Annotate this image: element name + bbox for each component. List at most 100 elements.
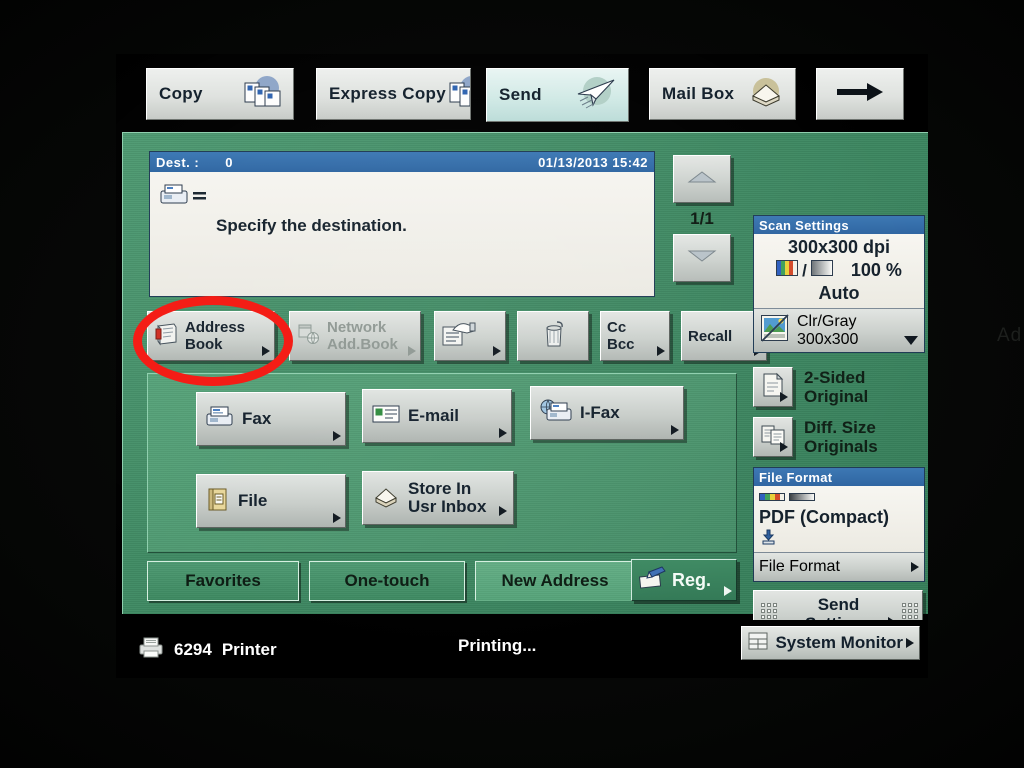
fax-button[interactable]: Fax bbox=[196, 392, 346, 446]
tab-send[interactable]: Send bbox=[486, 68, 629, 122]
email-label: E-mail bbox=[408, 406, 460, 425]
destination-message-panel: Dest. : 0 01/13/2013 15:42 Specify the d… bbox=[149, 151, 655, 297]
scan-resolution: 300x300 dpi bbox=[787, 237, 891, 257]
tab-express-copy-label: Express Copy bbox=[329, 84, 446, 103]
scan-settings-title: Scan Settings bbox=[754, 216, 924, 234]
corner-arrow-icon bbox=[724, 586, 732, 596]
new-address-tab-label: New Address bbox=[501, 571, 609, 590]
documents-icon bbox=[241, 75, 285, 114]
two-sided-original-button[interactable] bbox=[753, 367, 793, 407]
file-format-button[interactable]: File Format bbox=[754, 552, 924, 581]
destination-list-area[interactable]: Specify the destination. bbox=[150, 172, 654, 296]
tab-send-label: Send bbox=[499, 85, 542, 104]
file-folder-icon bbox=[205, 486, 231, 517]
register-button[interactable]: Reg. bbox=[631, 559, 737, 601]
printer-icon bbox=[138, 636, 164, 663]
address-book-button[interactable]: Address Book bbox=[147, 311, 275, 361]
address-book-icon bbox=[154, 321, 180, 352]
one-touch-tab-label: One-touch bbox=[344, 571, 430, 590]
one-touch-tab[interactable]: One-touch bbox=[309, 561, 465, 601]
triangle-down-icon bbox=[687, 249, 717, 268]
gray-gradient-icon bbox=[810, 260, 833, 281]
gray-gradient-icon bbox=[789, 488, 815, 506]
scan-zoom-percent: 100 % bbox=[850, 260, 902, 280]
tab-express-copy[interactable]: Express Copy bbox=[316, 68, 471, 120]
job-type: Printer bbox=[221, 639, 277, 659]
scan-settings-card: Scan Settings 300x300 dpi / 100 % Auto C… bbox=[753, 215, 925, 353]
two-sided-original-label: 2-Sided Original bbox=[804, 368, 869, 406]
monitor-panes-icon bbox=[747, 630, 769, 657]
new-address-tab[interactable]: New Address bbox=[475, 561, 635, 601]
corner-arrow-icon bbox=[493, 346, 501, 356]
color-gradient-icon bbox=[776, 260, 799, 281]
job-status-text: Printing... bbox=[458, 636, 537, 655]
page-indicator: 1/1 bbox=[690, 209, 714, 228]
register-label: Reg. bbox=[672, 569, 712, 590]
tab-mail-box[interactable]: Mail Box bbox=[649, 68, 796, 120]
triangle-up-icon bbox=[687, 170, 717, 189]
different-size-originals-button[interactable] bbox=[753, 417, 793, 457]
color-mode-button[interactable]: Clr/Gray 300x300 bbox=[754, 309, 924, 352]
fax-equals-icon bbox=[158, 182, 208, 213]
network-address-book-label: Network Add.Book bbox=[327, 319, 398, 353]
corner-arrow-icon bbox=[906, 638, 914, 648]
store-in-user-inbox-button[interactable]: Store In Usr Inbox bbox=[362, 471, 514, 525]
send-screen-body: Dest. : 0 01/13/2013 15:42 Specify the d… bbox=[122, 132, 928, 638]
store-in-user-inbox-label: Store In Usr Inbox bbox=[408, 479, 487, 516]
favorites-tab-label: Favorites bbox=[185, 571, 261, 590]
dest-label: Dest. : bbox=[156, 154, 200, 170]
page-scroll-controls: 1/1 bbox=[673, 155, 735, 282]
tab-mail-box-label: Mail Box bbox=[662, 84, 735, 103]
datetime-display: 01/13/2013 15:42 bbox=[538, 154, 648, 170]
color-gradient-icon bbox=[759, 488, 785, 506]
email-button[interactable]: E-mail bbox=[362, 389, 512, 443]
chevron-down-icon bbox=[904, 336, 918, 345]
delete-destination-button[interactable] bbox=[517, 311, 589, 361]
cc-bcc-label: Cc Bcc bbox=[607, 319, 635, 353]
corner-arrow-icon bbox=[911, 562, 919, 572]
destination-instruction-text: Specify the destination. bbox=[216, 216, 407, 235]
file-format-value: PDF (Compact) bbox=[759, 507, 889, 527]
scan-settings-body[interactable]: 300x300 dpi / 100 % Auto bbox=[754, 234, 924, 308]
cc-bcc-button[interactable]: Cc Bcc bbox=[600, 311, 670, 361]
tab-copy[interactable]: Copy bbox=[146, 68, 294, 120]
photo-of-copier-panel: Ad Copy Express Copy Send Mail Box Dest.… bbox=[0, 0, 1024, 768]
color-gray-separator: / bbox=[802, 260, 807, 280]
system-monitor-button[interactable]: System Monitor bbox=[741, 626, 920, 660]
bezel-text: Ad bbox=[997, 325, 1023, 346]
two-sided-original-row[interactable]: 2-Sided Original bbox=[753, 367, 925, 407]
fax-label: Fax bbox=[242, 409, 272, 428]
different-size-originals-row[interactable]: Diff. Size Originals bbox=[753, 417, 925, 457]
file-button[interactable]: File bbox=[196, 474, 346, 528]
color-mode-label: Clr/Gray 300x300 bbox=[797, 312, 859, 348]
corner-arrow-icon bbox=[780, 442, 788, 452]
file-label: File bbox=[238, 491, 268, 510]
scroll-up-button[interactable] bbox=[673, 155, 731, 203]
ifax-label: I-Fax bbox=[580, 403, 620, 422]
address-book-label: Address Book bbox=[185, 319, 246, 353]
color-photo-icon bbox=[759, 312, 791, 349]
tab-next-arrow[interactable] bbox=[816, 68, 904, 120]
system-monitor-label: System Monitor bbox=[775, 633, 903, 652]
hand-list-icon bbox=[441, 320, 477, 353]
file-format-button-label: File Format bbox=[759, 558, 840, 575]
destination-title-bar: Dest. : 0 01/13/2013 15:42 bbox=[150, 152, 654, 172]
scroll-down-button[interactable] bbox=[673, 234, 731, 282]
dest-count: 0 bbox=[225, 154, 233, 170]
ifax-button[interactable]: I-Fax bbox=[530, 386, 684, 440]
file-format-card: File Format PDF (Compact) File Format bbox=[753, 467, 925, 582]
destination-type-panel: Fax E-mail I-Fax File Store In Usr Inbox bbox=[147, 373, 737, 553]
corner-arrow-icon bbox=[333, 431, 341, 441]
corner-arrow-icon bbox=[499, 506, 507, 516]
network-book-icon bbox=[296, 321, 322, 352]
network-address-book-button[interactable]: Network Add.Book bbox=[289, 311, 421, 361]
right-arrow-icon bbox=[833, 80, 887, 109]
mailbox-tray-icon bbox=[745, 76, 787, 113]
scan-size-auto: Auto bbox=[818, 283, 860, 303]
corner-arrow-icon bbox=[333, 513, 341, 523]
job-number: 6294 bbox=[174, 639, 212, 659]
previous-destination-button[interactable] bbox=[434, 311, 506, 361]
right-settings-sidebar: Scan Settings 300x300 dpi / 100 % Auto C… bbox=[753, 215, 925, 638]
favorites-tab[interactable]: Favorites bbox=[147, 561, 299, 601]
inbox-store-icon bbox=[371, 483, 401, 514]
